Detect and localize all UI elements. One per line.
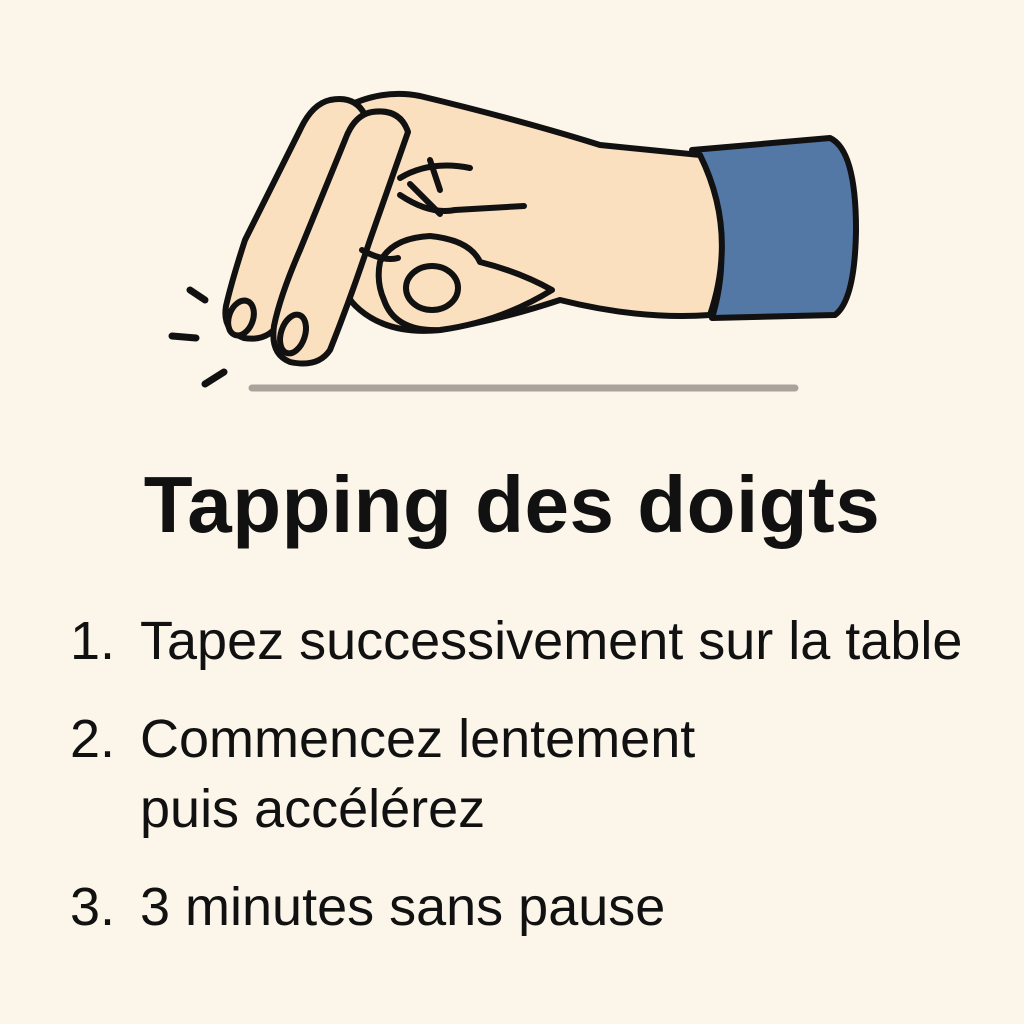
step-text: Tapez successivement sur la table: [140, 611, 963, 671]
steps-list: 1. Tapez successivement sur la table 2. …: [70, 598, 1010, 942]
tap-motion-lines-icon: [168, 286, 228, 388]
list-item: 2. Commencez lentement puis accélérez: [70, 704, 1010, 844]
step-number: 3.: [70, 877, 116, 937]
step-number: 1.: [70, 611, 116, 671]
page-title: Tapping des doigts: [143, 460, 881, 549]
step-text: Commencez lentement puis accélérez: [140, 709, 696, 839]
list-item: 3. 3 minutes sans pause: [70, 872, 1010, 942]
step-number: 2.: [70, 709, 116, 769]
tapping-hand-icon: [222, 90, 859, 367]
step-text: 3 minutes sans pause: [140, 877, 666, 937]
list-item: 1. Tapez successivement sur la table: [70, 606, 1010, 676]
tapping-hand-illustration: [168, 90, 859, 392]
